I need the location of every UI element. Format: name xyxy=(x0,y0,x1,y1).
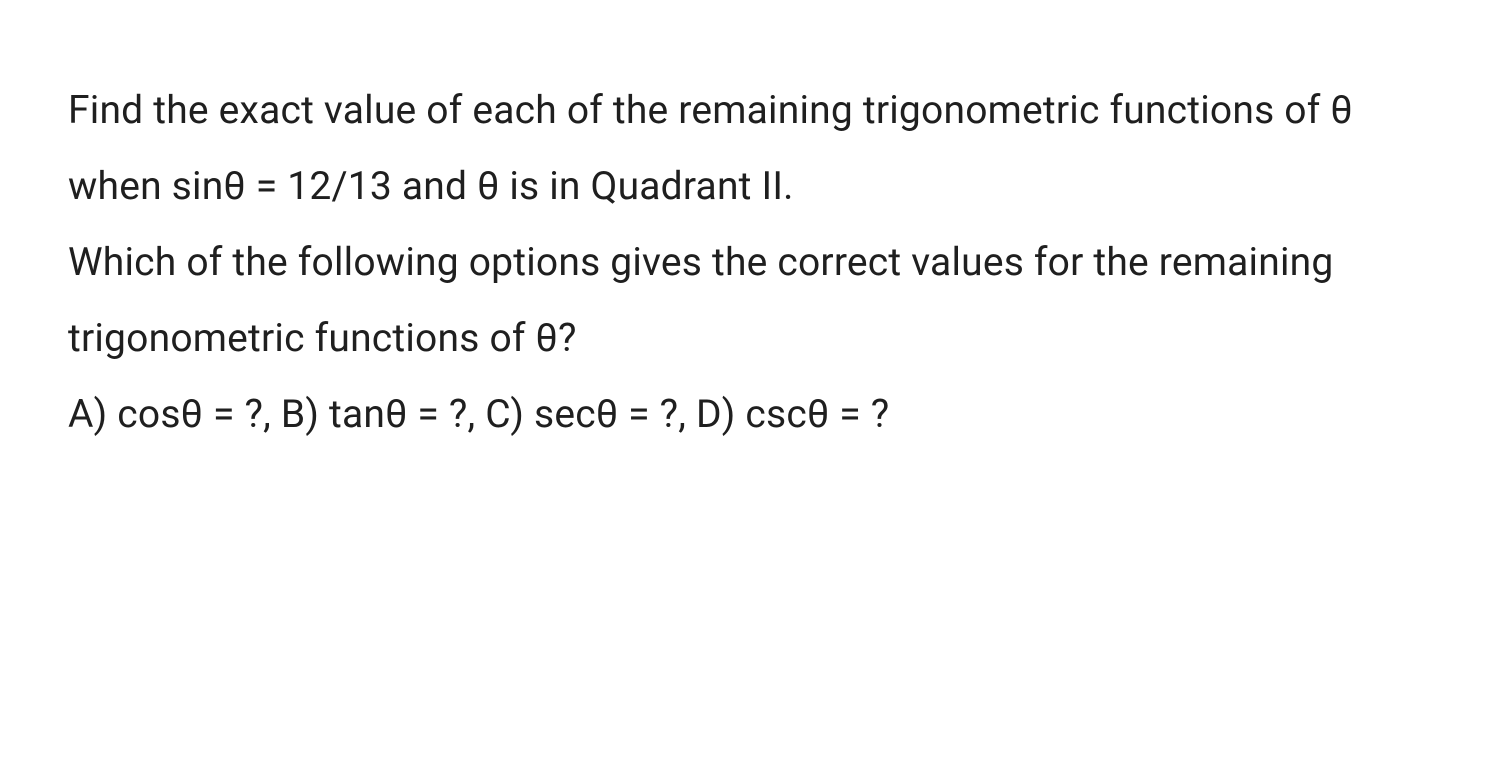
problem-text: Find the exact value of each of the rema… xyxy=(68,72,1432,452)
problem-statement-1: Find the exact value of each of the rema… xyxy=(68,72,1432,224)
problem-options: A) cosθ = ?, B) tanθ = ?, C) secθ = ?, D… xyxy=(68,376,1432,452)
problem-statement-2: Which of the following options gives the… xyxy=(68,224,1432,376)
